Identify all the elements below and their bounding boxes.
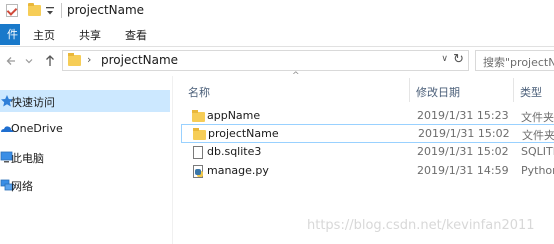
- search-placeholder: 搜索"projectN: [483, 56, 554, 69]
- sidebar-item-onedrive[interactable]: OneDrive: [0, 118, 170, 140]
- sidebar-item-label: 网络: [11, 180, 33, 193]
- file-type: Python: [521, 164, 554, 177]
- column-header-row: 名称 修改日期 类型: [173, 76, 554, 102]
- tab-file[interactable]: 件: [0, 24, 20, 45]
- sidebar-item-label: 快速访问: [11, 96, 55, 109]
- title-bar: projectName: [0, 0, 554, 22]
- refresh-icon[interactable]: ↻: [453, 52, 464, 67]
- back-arrow-icon[interactable]: [6, 54, 16, 68]
- file-icon: [192, 146, 205, 159]
- breadcrumb-chevron-icon[interactable]: ›: [87, 53, 91, 66]
- python-file-icon: [192, 165, 205, 178]
- folder-icon: [192, 110, 205, 123]
- file-name: projectName: [208, 127, 279, 140]
- file-date: 2019/1/31 14:59: [417, 164, 509, 177]
- sidebar-item-this-pc[interactable]: 此电脑: [0, 146, 170, 168]
- breadcrumb-path[interactable]: projectName: [101, 53, 178, 67]
- sidebar-item-label: 此电脑: [11, 152, 44, 165]
- column-header-type[interactable]: 类型: [520, 84, 542, 100]
- file-date: 2019/1/31 15:23: [417, 109, 509, 122]
- tab-share[interactable]: 共享: [79, 27, 101, 43]
- column-divider[interactable]: [409, 78, 410, 102]
- navigation-pane: 快速访问 OneDrive 此电脑 网络: [0, 76, 170, 244]
- customize-dropdown-icon[interactable]: [45, 5, 55, 17]
- file-name: manage.py: [207, 164, 269, 177]
- file-name: db.sqlite3: [207, 145, 262, 158]
- column-header-date[interactable]: 修改日期: [416, 84, 460, 100]
- file-date: 2019/1/31 15:02: [417, 145, 509, 158]
- title-separator: [61, 3, 62, 18]
- properties-check-icon[interactable]: [6, 4, 18, 17]
- file-type: 文件夹: [521, 111, 554, 124]
- window-title: projectName: [67, 3, 145, 17]
- column-divider[interactable]: [513, 78, 514, 102]
- search-input[interactable]: 搜索"projectN: [475, 50, 554, 71]
- column-header-name[interactable]: 名称: [188, 84, 210, 100]
- tab-view[interactable]: 查看: [125, 27, 147, 43]
- ribbon-tabs: 件 主页 共享 查看: [0, 22, 554, 47]
- folder-icon: [68, 53, 81, 66]
- chevron-down-icon[interactable]: ∨: [441, 54, 448, 64]
- address-bar[interactable]: › projectName ∨ ↻: [62, 50, 469, 71]
- address-row: › projectName ∨ ↻ 搜索"projectN: [0, 47, 554, 75]
- file-date: 2019/1/31 15:02: [418, 127, 510, 140]
- file-name: appName: [207, 109, 261, 122]
- sidebar-item-label: OneDrive: [11, 122, 63, 135]
- tab-home[interactable]: 主页: [33, 27, 55, 43]
- watermark: https://blog.csdn.net/kevinfan2011: [307, 218, 535, 233]
- forward-arrow-icon[interactable]: [24, 54, 34, 68]
- file-type: 文件夹: [522, 129, 554, 142]
- sidebar-item-quick-access[interactable]: 快速访问: [0, 90, 170, 112]
- file-row-manage-py[interactable]: manage.py 2019/1/31 14:59 Python: [181, 162, 554, 181]
- folder-icon: [193, 128, 206, 141]
- up-arrow-icon[interactable]: [44, 54, 56, 68]
- sidebar-item-network[interactable]: 网络: [0, 174, 170, 196]
- new-folder-icon[interactable]: [28, 3, 41, 16]
- file-row-db-sqlite3[interactable]: db.sqlite3 2019/1/31 15:02 SQLITE: [181, 143, 554, 162]
- file-type: SQLITE: [521, 145, 554, 158]
- file-row-projectname[interactable]: projectName 2019/1/31 15:02 文件夹: [181, 124, 554, 143]
